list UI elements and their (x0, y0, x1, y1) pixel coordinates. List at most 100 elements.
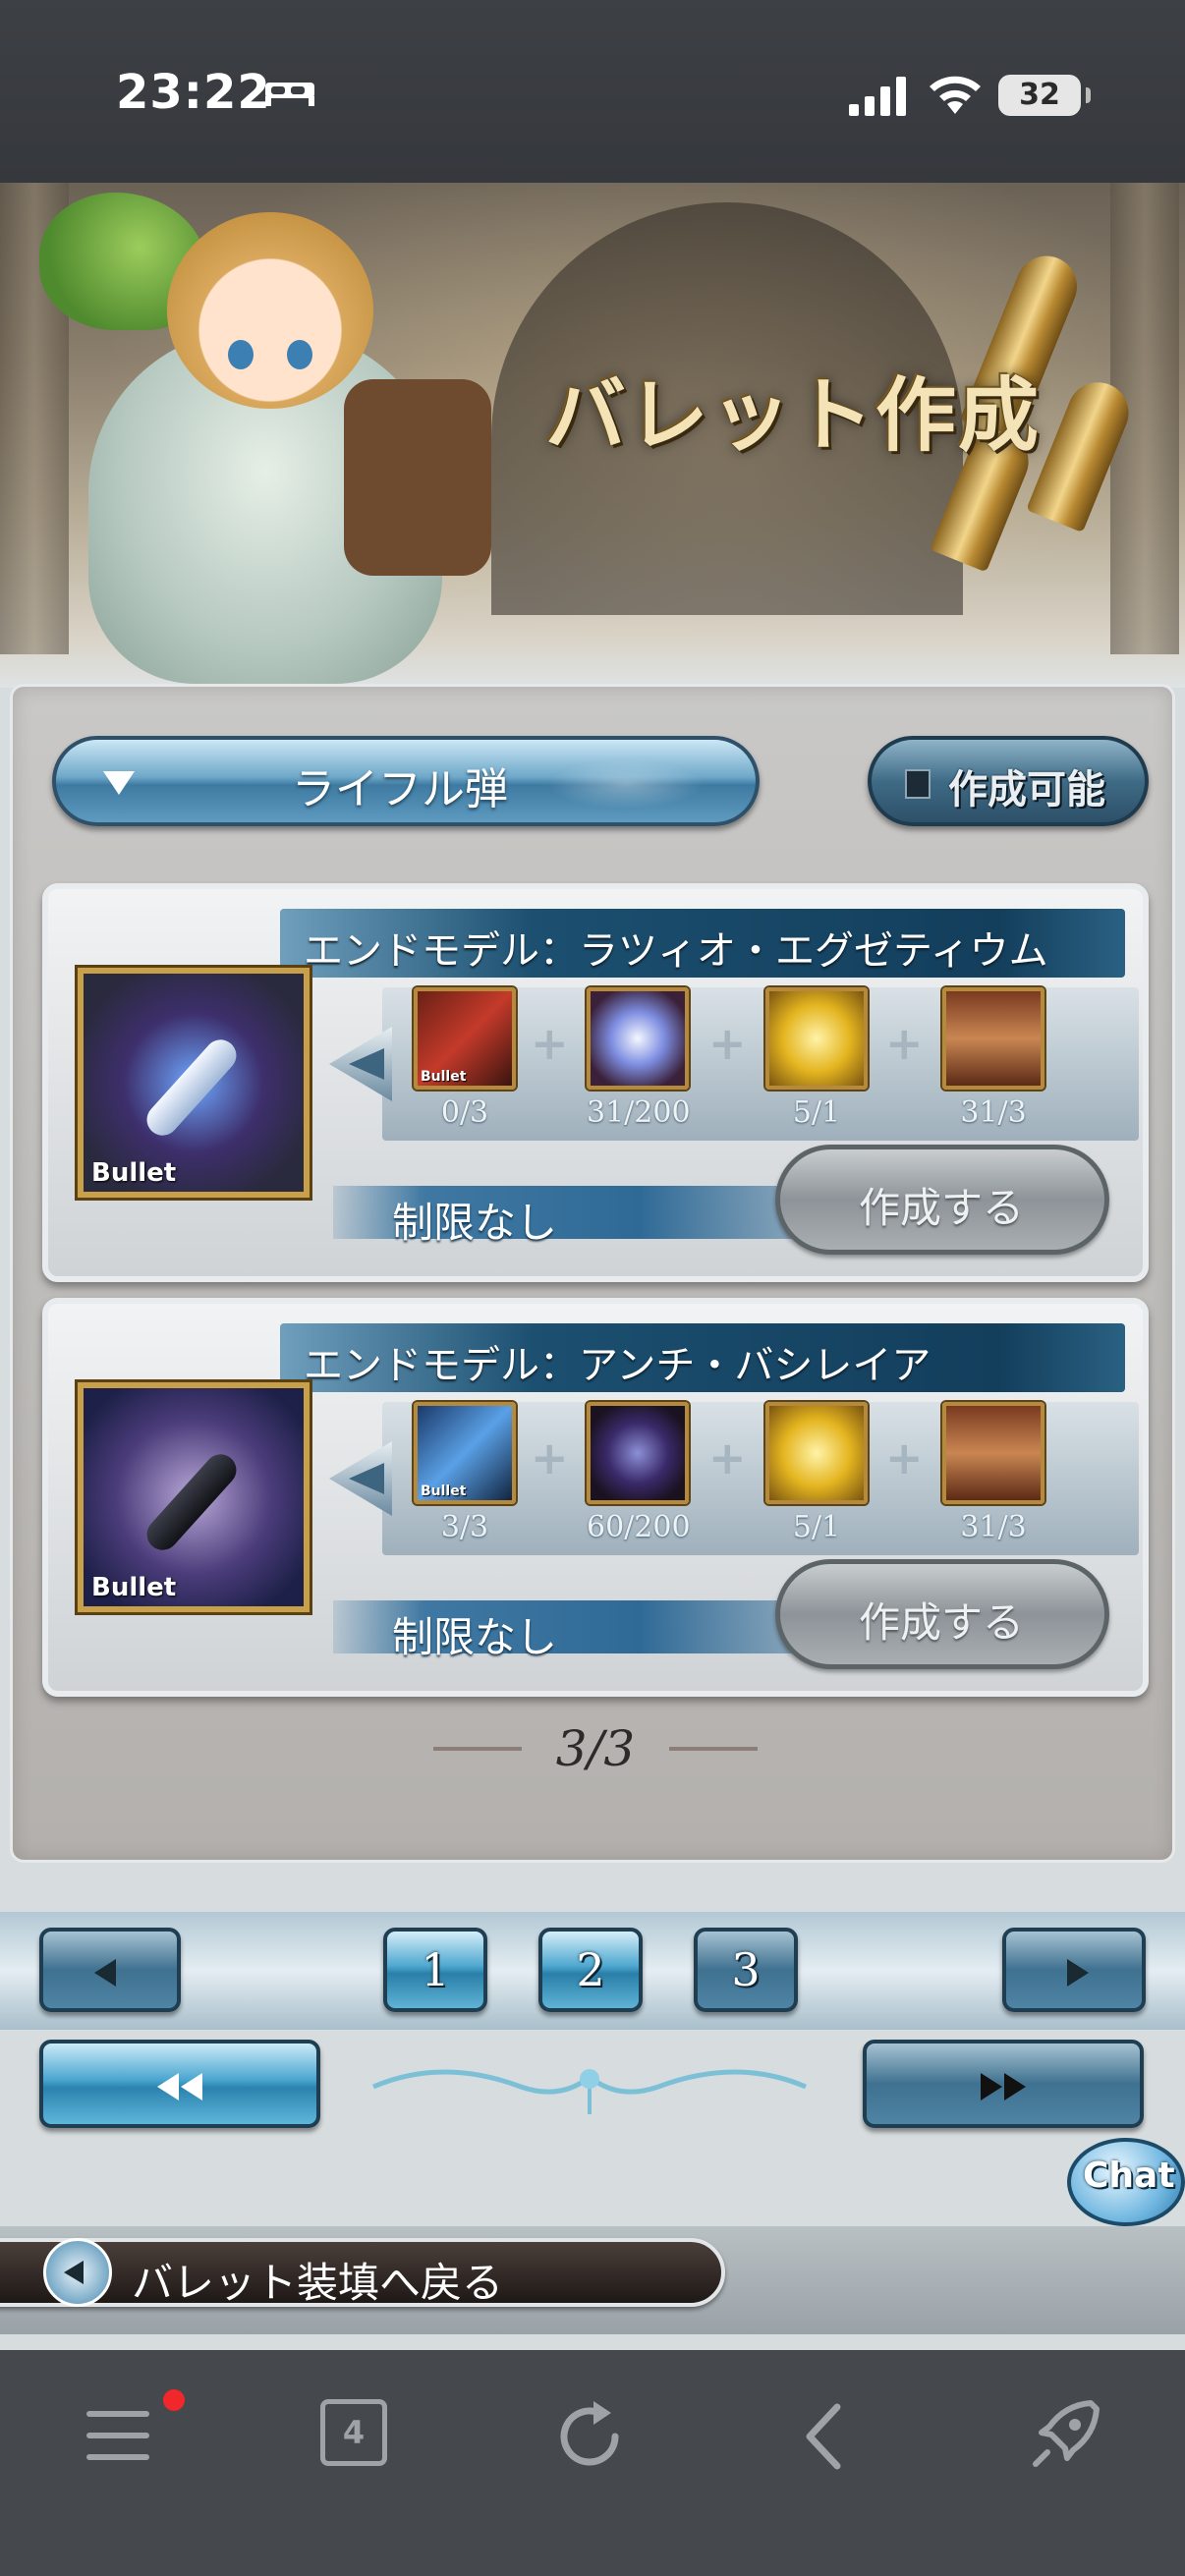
red-bullet-icon: Bullet (414, 987, 516, 1090)
page-indicator-text: 3/3 (555, 1720, 636, 1777)
material-count: 0/3 (440, 1095, 489, 1130)
game-view: バレット作成 ライフル弾 作成可能 エンドモデル：ラツィオ・エグゼティウム Bu… (0, 183, 1185, 2350)
next-page-button[interactable] (1002, 1928, 1146, 2012)
battery-indicator: 32 (998, 75, 1091, 116)
page-number: 3 (731, 1943, 761, 1996)
character-eye (287, 340, 312, 369)
header-banner: バレット作成 (0, 183, 1185, 688)
craft-button[interactable]: 作成する (775, 1559, 1109, 1669)
craftable-only-label: 作成可能 (948, 767, 1105, 812)
recipe-name-bar: エンドモデル：ラツィオ・エグゼティウム (280, 909, 1125, 978)
page-1-button[interactable]: 1 (383, 1928, 487, 2012)
back-button-label: バレット装填へ戻る (132, 2259, 504, 2307)
status-time: 23:22 (116, 65, 271, 120)
pager-divider (669, 1747, 759, 1751)
craft-button-label: 作成する (859, 1184, 1025, 1232)
recipe-list-panel: ライフル弾 作成可能 エンドモデル：ラツィオ・エグゼティウム Bullet Bu… (10, 684, 1175, 1863)
craft-limit-label: 制限なし (392, 1613, 558, 1661)
plus-icon: + (708, 1017, 747, 1070)
character-bag-illustration (344, 379, 491, 576)
recipe-card: エンドモデル：ラツィオ・エグゼティウム Bullet Bullet 0/3 + (42, 883, 1149, 1282)
double-arrow-right-icon (981, 2073, 1002, 2100)
craftable-only-toggle[interactable]: 作成可能 (868, 736, 1149, 826)
rocket-icon[interactable] (1022, 2395, 1104, 2478)
gold-bar-icon (765, 1402, 868, 1504)
back-icon[interactable] (786, 2395, 869, 2478)
recipe-arrow-icon (329, 1027, 392, 1101)
page-2-button[interactable]: 2 (538, 1928, 643, 2012)
material-count: 31/3 (960, 1095, 1027, 1130)
material-slot[interactable]: Bullet 3/3 (414, 1402, 516, 1544)
status-bar: 23:22 32 (0, 0, 1185, 183)
sleep-mode-icon (265, 83, 314, 106)
page-title: バレット作成 (545, 368, 1042, 463)
jump-navigation (0, 2040, 1185, 2148)
dropdown-ornament (547, 759, 705, 809)
cellular-signal-icon (849, 77, 906, 116)
material-slot[interactable]: 31/3 (942, 987, 1044, 1130)
material-slot[interactable]: 31/3 (942, 1402, 1044, 1544)
dark-orb-icon (587, 1402, 689, 1504)
arrow-right-icon (1067, 1959, 1089, 1987)
material-count: 3/3 (440, 1510, 489, 1544)
chat-label: Chat (1083, 2156, 1175, 2196)
tab-switcher-button[interactable]: 4 (320, 2399, 387, 2466)
blue-bullet-icon: Bullet (414, 1402, 516, 1504)
double-arrow-left-icon (157, 2073, 179, 2100)
material-icon-label: Bullet (421, 1484, 467, 1499)
material-slot[interactable]: 60/200 (587, 1402, 691, 1544)
last-page-button[interactable] (863, 2040, 1144, 2128)
recipe-card: エンドモデル：アンチ・バシレイア Bullet Bullet 3/3 + 60/… (42, 1298, 1149, 1697)
first-page-button[interactable] (39, 2040, 320, 2128)
plus-icon: + (531, 1431, 569, 1484)
double-arrow-left-icon (181, 2073, 202, 2100)
material-slot[interactable]: 5/1 (765, 987, 868, 1130)
material-count: 31/3 (960, 1510, 1027, 1544)
bullet-item-icon[interactable]: Bullet (78, 1382, 310, 1612)
craft-limit-bar: 制限なし (333, 1186, 844, 1247)
dropdown-triangle-icon (103, 771, 135, 795)
recipe-name: エンドモデル：ラツィオ・エグゼティウム (304, 928, 1048, 974)
page-number: 2 (576, 1943, 605, 1996)
prism-orb-icon (587, 987, 689, 1090)
craft-button[interactable]: 作成する (775, 1145, 1109, 1255)
plus-icon: + (885, 1431, 924, 1484)
back-to-bullet-equip-button[interactable]: バレット装填へ戻る (0, 2238, 725, 2307)
chat-button[interactable]: Chat (1067, 2138, 1185, 2226)
page-indicator: 3/3 (13, 1720, 1178, 1777)
material-count: 31/200 (587, 1095, 691, 1130)
material-icon-label: Bullet (421, 1069, 467, 1085)
back-bar: バレット装填へ戻る (0, 2226, 1185, 2334)
prev-page-button[interactable] (39, 1928, 181, 2012)
hourglass-icon (942, 1402, 1044, 1504)
plus-icon: + (708, 1431, 747, 1484)
bullet-type-dropdown[interactable]: ライフル弾 (52, 736, 760, 826)
recipe-materials: Bullet 0/3 + 31/200 + 5/1 + 31/3 (329, 987, 1139, 1164)
notification-dot (163, 2389, 185, 2411)
pager-divider (432, 1747, 522, 1751)
material-count: 5/1 (792, 1510, 841, 1544)
wifi-icon (930, 76, 981, 114)
page-navigation: 1 2 3 (0, 1912, 1185, 2030)
character-eye (228, 340, 254, 369)
material-slot[interactable]: 31/200 (587, 987, 691, 1130)
material-count: 5/1 (792, 1095, 841, 1130)
back-arrow-icon (43, 2238, 112, 2307)
bullet-item-icon[interactable]: Bullet (78, 968, 310, 1198)
character-head-illustration (167, 212, 373, 409)
bullet-type-label: ライフル弾 (292, 764, 508, 814)
material-slot[interactable]: Bullet 0/3 (414, 987, 516, 1130)
plus-icon: + (885, 1017, 924, 1070)
double-arrow-right-icon (1004, 2073, 1026, 2100)
checkbox-icon (905, 769, 931, 799)
page-3-button[interactable]: 3 (694, 1928, 798, 2012)
plus-icon: + (531, 1017, 569, 1070)
material-count: 60/200 (587, 1510, 691, 1544)
reload-icon[interactable] (550, 2395, 633, 2478)
material-slot[interactable]: 5/1 (765, 1402, 868, 1544)
menu-icon[interactable] (83, 2395, 165, 2478)
arrow-left-icon (94, 1959, 116, 1987)
bullet-shell-icon (140, 1033, 244, 1143)
craft-button-label: 作成する (859, 1598, 1025, 1647)
bullet-icon-label: Bullet (91, 1158, 177, 1188)
